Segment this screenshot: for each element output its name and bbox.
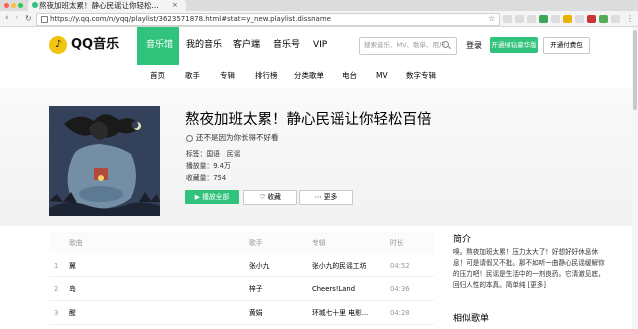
- main-nav-client[interactable]: 客户端: [233, 27, 260, 63]
- song-duration: 04:36: [390, 285, 410, 293]
- tags-value[interactable]: 国语 民谣: [206, 150, 240, 158]
- extension-icon[interactable]: [611, 15, 620, 23]
- song-album[interactable]: 环城七十里 电影...: [312, 307, 368, 319]
- search-placeholder[interactable]: 搜索音乐、MV、歌单、用户: [364, 37, 446, 54]
- favorite-label: 收藏: [267, 193, 281, 201]
- playlist-cover-image[interactable]: [49, 106, 160, 216]
- tab-close-icon[interactable]: ×: [172, 0, 178, 11]
- playlist-creator[interactable]: 还不是因为你长得不好看: [196, 132, 279, 144]
- plays-value: 9.4万: [213, 162, 231, 170]
- song-title[interactable]: 醒: [69, 307, 76, 319]
- tab-title: 熬夜加班太累！静心民谣让你轻松...: [39, 1, 159, 10]
- extension-icon[interactable]: [575, 15, 584, 23]
- main-nav-my-music[interactable]: 我的音乐: [186, 27, 222, 63]
- extension-icon[interactable]: [599, 15, 608, 23]
- play-all-label: 播放全部: [202, 193, 230, 201]
- plays-row: 播放量：9.4万: [186, 161, 231, 171]
- song-singer[interactable]: 张小九: [249, 260, 269, 272]
- intro-text: 嗅。熬夜加班太累！压力太大了！好想好好休息休息！可是请假又不批。那不如听一曲静心…: [453, 247, 605, 291]
- intro-heading: 简介: [453, 235, 472, 245]
- song-number: 3: [54, 309, 59, 317]
- song-number: 2: [54, 285, 59, 293]
- playlist-title: 熬夜加班太累！静心民谣让你轻松百倍: [185, 112, 432, 128]
- intro-more-link[interactable]: [更多]: [528, 281, 546, 289]
- green-diamond-button[interactable]: 开通绿钻豪华版: [490, 37, 538, 53]
- subnav-mv[interactable]: MV: [376, 65, 388, 87]
- extension-icon[interactable]: [527, 15, 536, 23]
- play-all-button[interactable]: ▶ 播放全部: [185, 190, 239, 204]
- user-icon: [186, 135, 193, 142]
- main-nav-vip[interactable]: VIP: [313, 27, 327, 63]
- extension-icon[interactable]: [503, 15, 512, 23]
- browser-menu-icon[interactable]: ⋮: [626, 11, 634, 26]
- subnav-charts[interactable]: 排行榜: [255, 65, 278, 87]
- header-song: 歌曲: [69, 239, 83, 247]
- subnav-radio[interactable]: 电台: [342, 65, 357, 87]
- subnav-albums[interactable]: 专辑: [220, 65, 235, 87]
- bookmark-star-icon[interactable]: ☆: [488, 11, 495, 26]
- song-singer[interactable]: 黄娟: [249, 307, 263, 319]
- extension-icon[interactable]: [515, 15, 524, 23]
- window-maximize-button[interactable]: [18, 3, 23, 8]
- song-duration: 04:28: [390, 309, 410, 317]
- song-singer[interactable]: 梓子: [249, 283, 263, 295]
- forward-icon[interactable]: ›: [15, 11, 19, 26]
- login-link[interactable]: 登录: [466, 37, 482, 54]
- plays-label: 播放量：: [186, 162, 214, 170]
- table-row[interactable]: [49, 253, 434, 277]
- table-row[interactable]: [49, 301, 434, 325]
- similar-playlists-heading: 相似歌单: [453, 314, 490, 324]
- song-title[interactable]: 冀: [69, 260, 76, 272]
- song-duration: 04:52: [390, 262, 410, 270]
- header-duration: 时长: [390, 239, 404, 247]
- window-minimize-button[interactable]: [11, 3, 16, 8]
- logo-text[interactable]: QQ音乐: [71, 37, 119, 53]
- favicon-icon: [32, 2, 38, 8]
- extension-icon[interactable]: [539, 15, 548, 23]
- lock-icon: [41, 16, 48, 23]
- more-icon: ⋯: [314, 193, 324, 201]
- tags-label: 标签：: [186, 150, 207, 158]
- extension-icon[interactable]: [551, 15, 560, 23]
- table-row[interactable]: [49, 277, 434, 301]
- subnav-digital-albums[interactable]: 数字专辑: [406, 65, 436, 87]
- main-nav-music-hall[interactable]: 音乐馆: [146, 27, 173, 63]
- play-icon: ▶: [194, 193, 203, 201]
- favs-value: 754: [213, 174, 227, 182]
- header-album: 专辑: [312, 239, 326, 247]
- subnav-categories[interactable]: 分类歌单: [294, 65, 324, 87]
- more-button[interactable]: ⋯ 更多: [299, 190, 353, 205]
- tags-row: 标签：国语 民谣: [186, 149, 240, 159]
- main-nav-music-account[interactable]: 音乐号: [273, 27, 300, 63]
- subnav-home[interactable]: 首页: [150, 65, 165, 87]
- paid-package-button[interactable]: 开通付费包: [543, 37, 590, 54]
- song-album[interactable]: Cheers!Land: [312, 283, 355, 295]
- more-label: 更多: [323, 193, 338, 201]
- song-title[interactable]: 岛: [69, 283, 76, 295]
- url-text[interactable]: https://y.qq.com/n/yqq/playlist/36235718…: [50, 13, 331, 25]
- back-icon[interactable]: ‹: [5, 11, 9, 26]
- song-album[interactable]: 张小九的民谣工坊: [312, 260, 366, 272]
- subnav-singers[interactable]: 歌手: [185, 65, 200, 87]
- music-note-icon: ♪: [55, 39, 62, 50]
- song-list-header: [49, 232, 434, 253]
- scrollbar-thumb[interactable]: [633, 30, 637, 110]
- extension-icon[interactable]: [563, 15, 572, 23]
- reload-icon[interactable]: ↻: [25, 11, 32, 26]
- favorite-button[interactable]: ♡ 收藏: [243, 190, 297, 205]
- header-singer: 歌手: [249, 239, 263, 247]
- favs-row: 收藏量：754: [186, 173, 226, 183]
- extension-icon[interactable]: [587, 15, 596, 23]
- song-number: 1: [54, 262, 59, 270]
- favs-label: 收藏量：: [186, 174, 214, 182]
- window-close-button[interactable]: [4, 3, 9, 8]
